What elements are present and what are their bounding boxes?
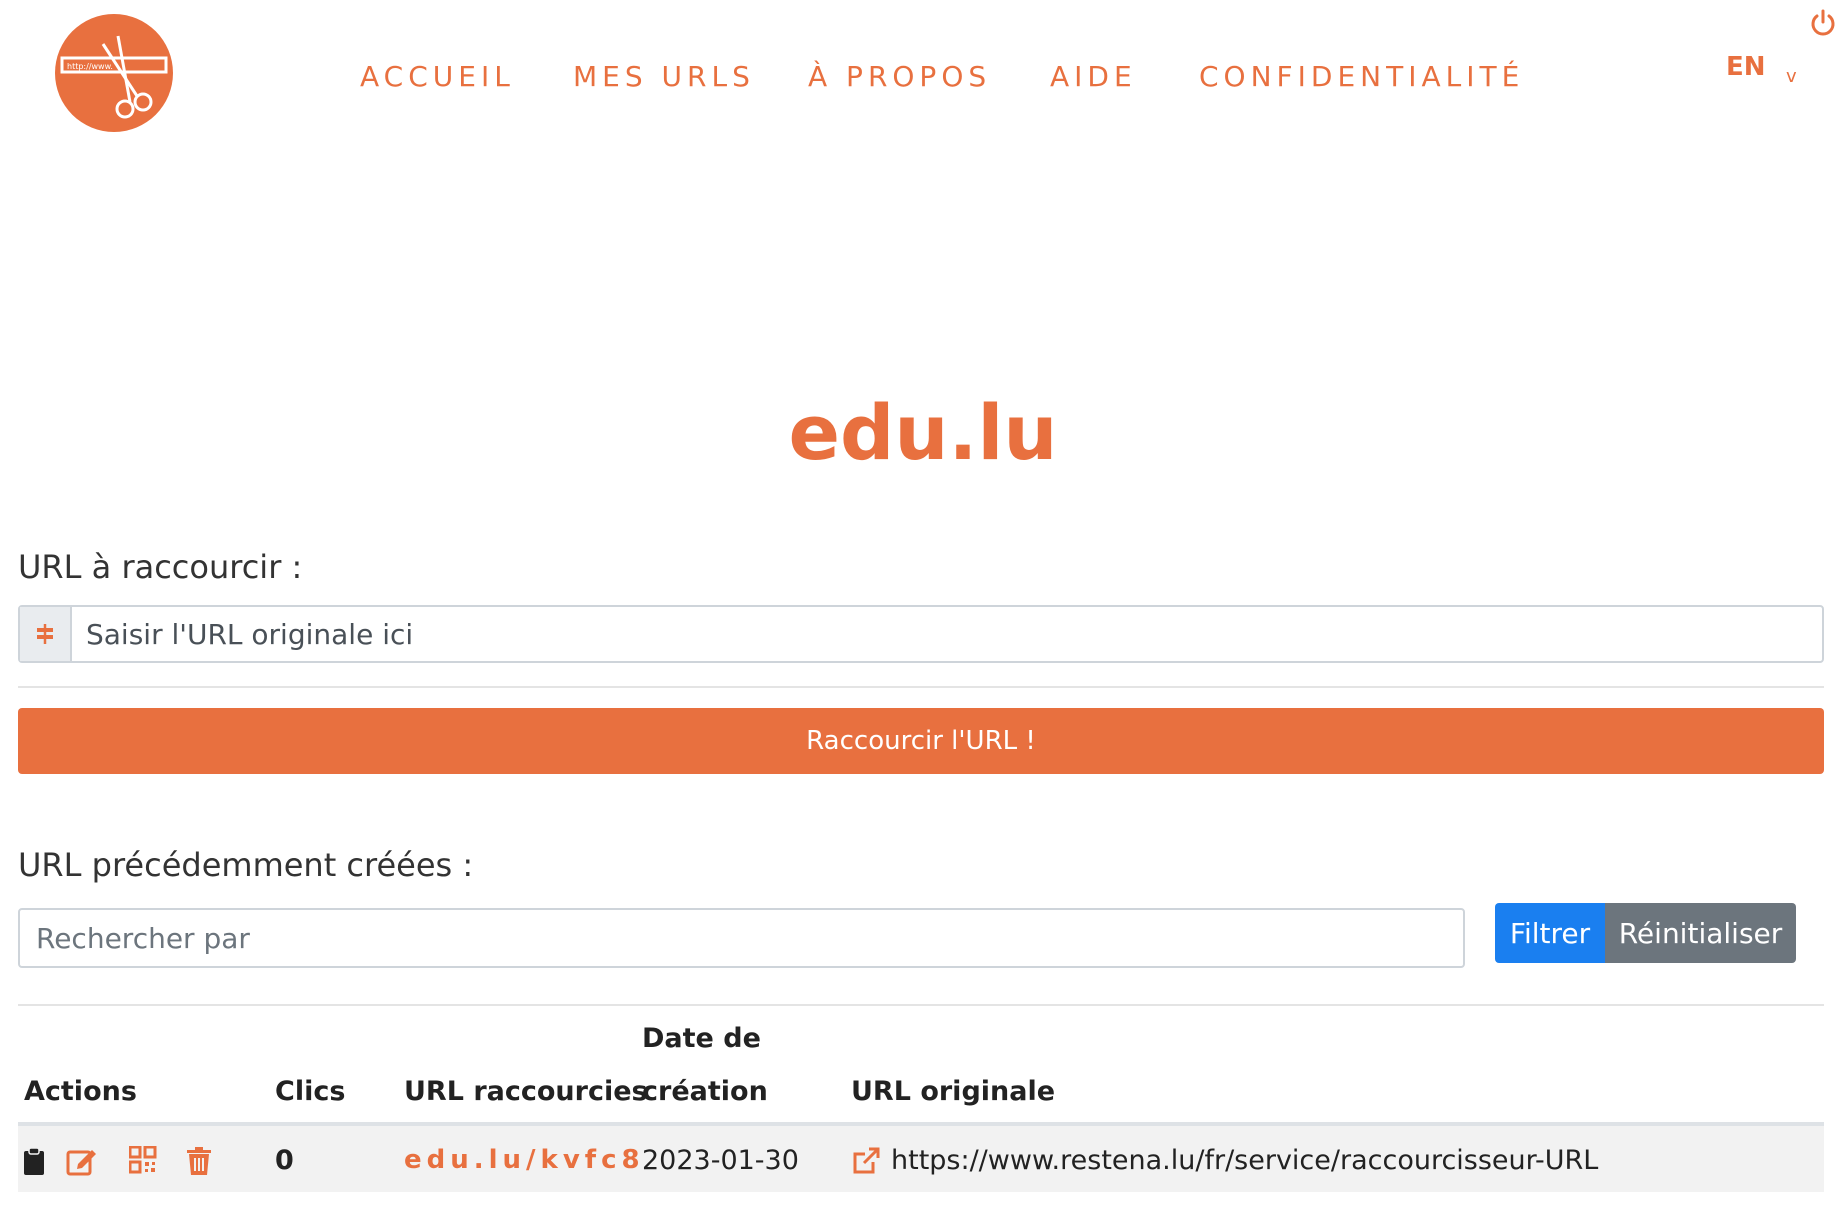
url-input-group (18, 605, 1824, 663)
previous-urls-label: URL précédemment créées : (18, 846, 474, 884)
qr-code-icon[interactable] (128, 1145, 159, 1176)
external-link-icon[interactable] (851, 1146, 881, 1176)
created-date: 2023-01-30 (642, 1145, 799, 1176)
nav-item-accueil[interactable]: ACCUEIL (360, 60, 515, 93)
column-header-actions: Actions (24, 1076, 137, 1107)
trash-icon[interactable] (186, 1146, 216, 1176)
nav-item-mes-urls[interactable]: MES URLS (573, 60, 755, 93)
shorten-url-label: URL à raccourcir : (18, 548, 303, 586)
search-input[interactable] (18, 908, 1465, 968)
nav-item-confidentialite[interactable]: CONFIDENTIALITÉ (1199, 60, 1524, 93)
column-header-created-line2: création (642, 1076, 768, 1107)
column-header-short-url: URL raccourcies (404, 1076, 648, 1107)
shorten-url-button[interactable]: Raccourcir l'URL ! (18, 708, 1824, 774)
signpost-icon (20, 607, 72, 661)
edit-icon[interactable] (66, 1146, 96, 1176)
nav-item-a-propos[interactable]: À PROPOS (808, 60, 991, 93)
main-nav: ACCUEIL MES URLS À PROPOS AIDE CONFIDENT… (0, 60, 1846, 100)
filter-button[interactable]: Filtrer (1495, 903, 1605, 963)
column-header-original-url: URL originale (851, 1076, 1056, 1107)
clicks-value: 0 (275, 1145, 294, 1176)
clipboard-icon[interactable] (22, 1146, 52, 1176)
reset-button[interactable]: Réinitialiser (1605, 903, 1796, 963)
original-url-link[interactable]: https://www.restena.lu/fr/service/raccou… (891, 1145, 1598, 1176)
original-url-input[interactable] (72, 607, 1822, 661)
language-caret-icon[interactable]: v (1786, 66, 1797, 87)
power-logout-icon[interactable] (1808, 8, 1838, 38)
divider (18, 686, 1824, 688)
site-title: edu.lu (788, 388, 1058, 477)
language-selector[interactable]: EN (1726, 52, 1766, 82)
nav-item-aide[interactable]: AIDE (1050, 60, 1137, 93)
divider (18, 1004, 1824, 1006)
column-header-created-line1: Date de (642, 1023, 761, 1054)
column-header-clicks: Clics (275, 1076, 346, 1107)
short-url-link[interactable]: edu.lu/kvfc8 (404, 1145, 645, 1175)
